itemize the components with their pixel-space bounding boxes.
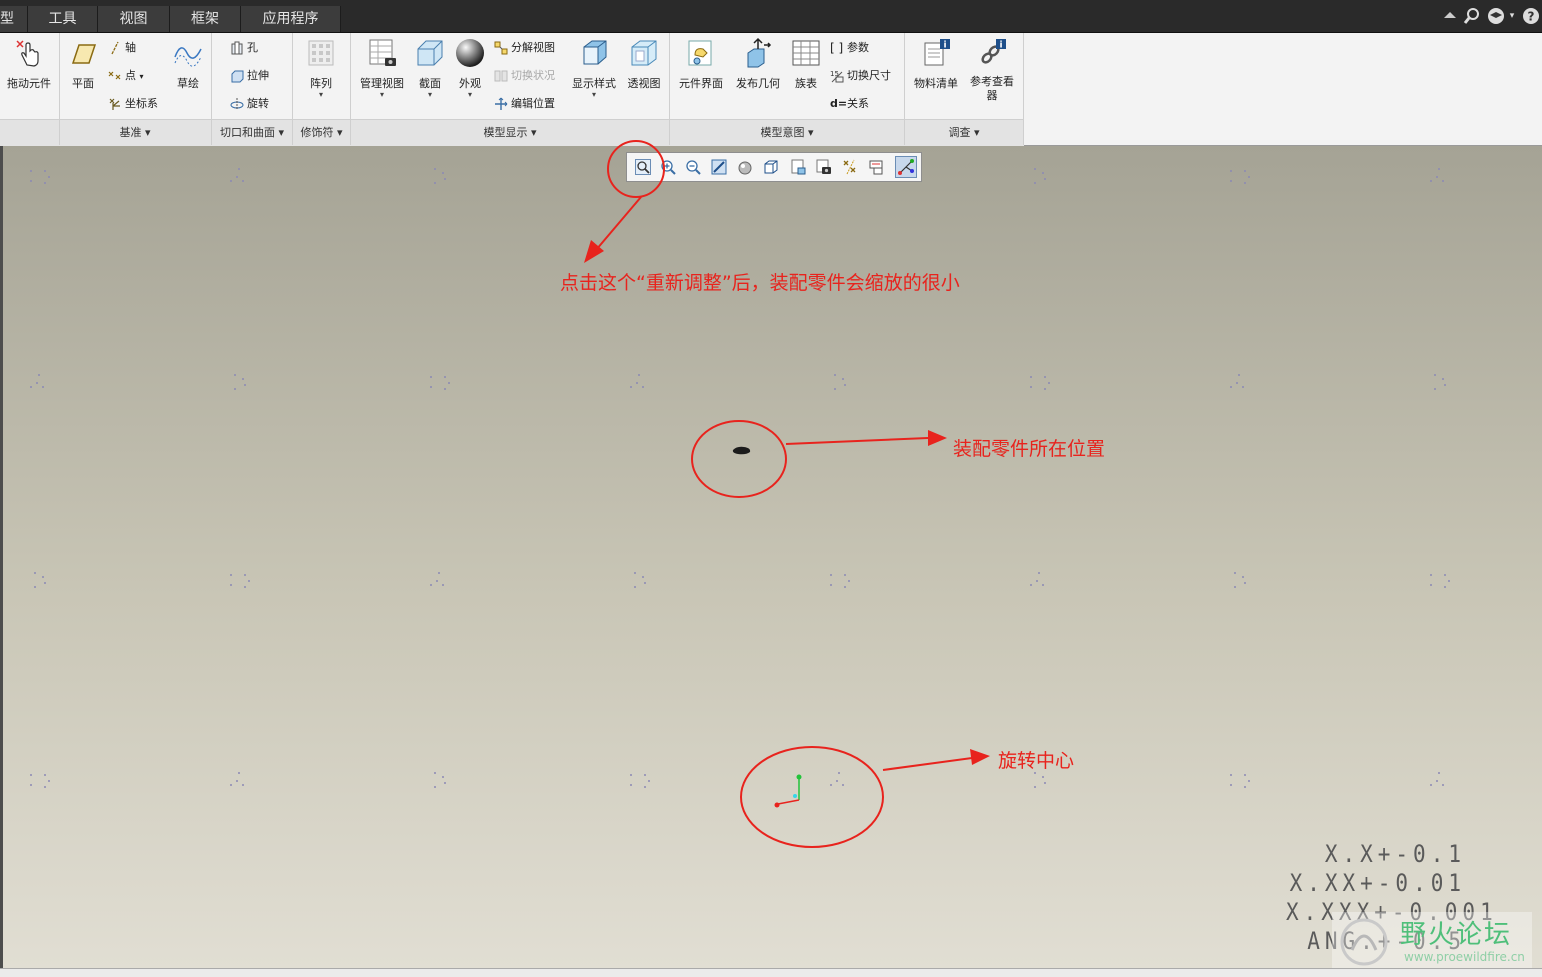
part-arrow-shaft (785, 437, 929, 445)
part-location-annotation: 装配零件所在位置 (953, 438, 1106, 460)
refit-arrow-shaft (595, 196, 642, 251)
refit-highlight-circle (607, 140, 665, 198)
spin-center-highlight-circle (740, 746, 884, 848)
part-highlight-circle (691, 420, 787, 498)
tolerance-line-2: X.XX+-0.01 (1289, 869, 1466, 897)
spin-center-triad (774, 774, 802, 808)
tolerance-line-1: X.X+-0.1 (1324, 840, 1466, 868)
refit-annotation: 点击这个“重新调整”后，装配零件会缩放的很小 (560, 272, 960, 294)
spin-center-annotation: 旋转中心 (998, 750, 1075, 772)
part-arrowhead (928, 430, 947, 446)
spin-arrow-shaft (882, 757, 973, 771)
assembly-part (732, 446, 751, 455)
watermark: 野火论坛 www.proewildfire.cn (1332, 912, 1532, 970)
spin-arrowhead (970, 749, 990, 765)
watermark-title: 野火论坛 (1400, 920, 1513, 950)
watermark-url: www.proewildfire.cn (1404, 950, 1525, 964)
annotation-overlay (584, 140, 990, 848)
